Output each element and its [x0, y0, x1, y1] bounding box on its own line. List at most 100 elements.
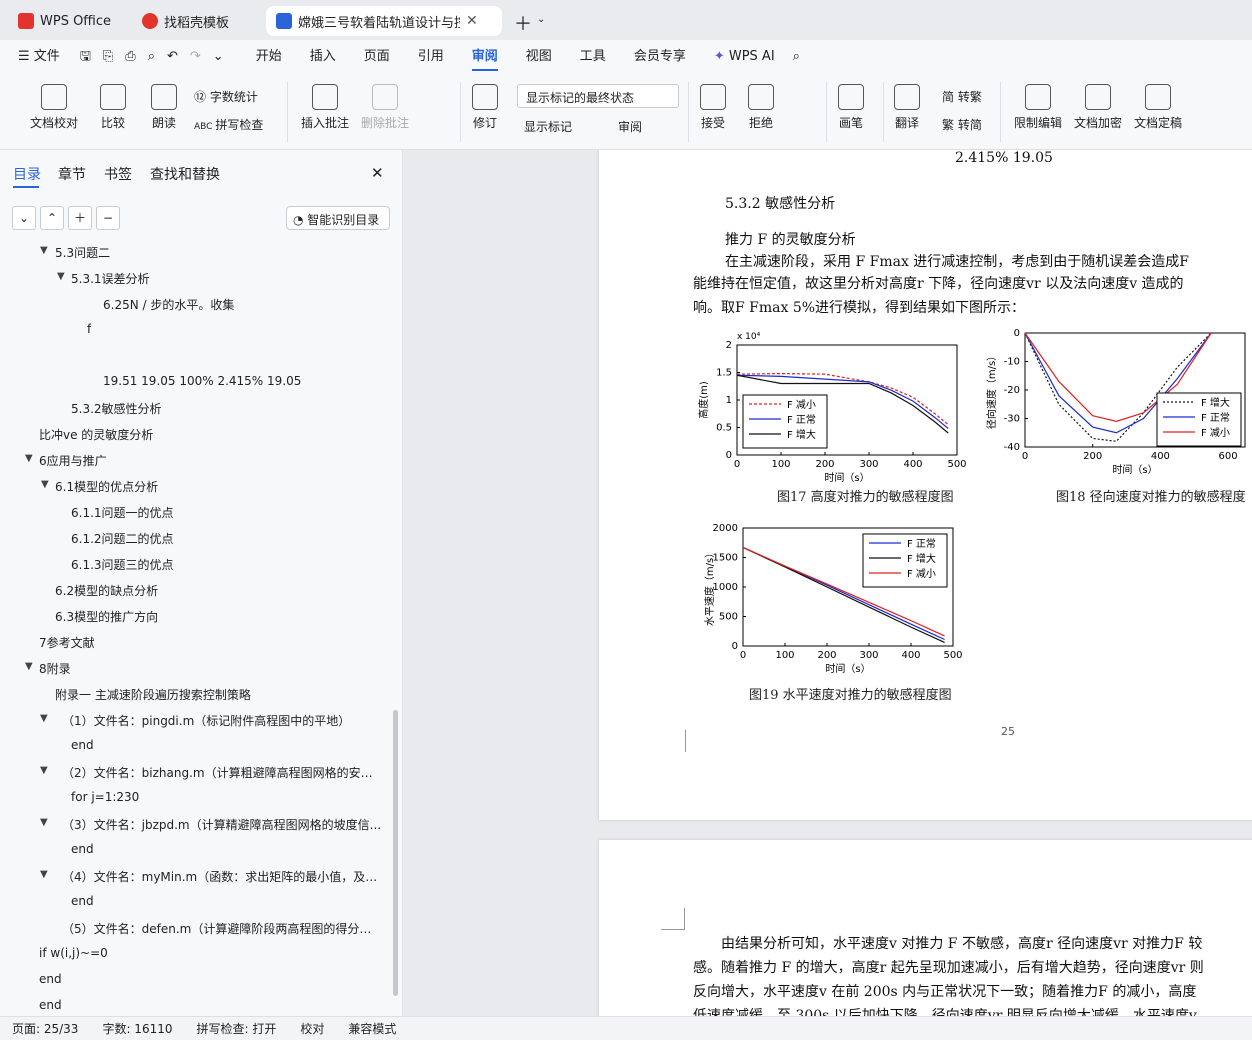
to-traditional-button[interactable]: 简 转繁	[942, 88, 982, 105]
toc-item[interactable]: 6.1模型的优点分析	[55, 478, 158, 495]
toc-item[interactable]: （5）文件名：defen.m（计算避障阶段两高程图的得分，...	[62, 920, 382, 937]
toc-item[interactable]: （2）文件名：bizhang.m（计算粗避障高程图网格的安全...	[62, 764, 382, 781]
caret-down-icon[interactable]: ▼	[40, 765, 48, 776]
tab-bookmark[interactable]: 书签	[104, 164, 132, 184]
display-state-select[interactable]: 显示标记的最终状态	[517, 84, 679, 108]
more-chevron-icon[interactable]: ⌄	[207, 40, 242, 74]
smart-toc-button[interactable]: ◔ 智能识别目录	[286, 206, 390, 230]
restrict-edit-button[interactable]: 限制编辑	[1014, 84, 1062, 131]
tab-template[interactable]: 找稻壳模板	[132, 6, 258, 36]
export-icon[interactable]: ⎘	[97, 40, 119, 74]
toc-item[interactable]: （1）文件名：pingdi.m（标记附件高程图中的平地）	[62, 712, 382, 729]
toc-item[interactable]: 6.1.3问题三的优点	[71, 556, 174, 573]
menu-view[interactable]: 视图	[512, 40, 566, 74]
to-simplified-button[interactable]: 繁 转简	[942, 116, 982, 133]
menu-start[interactable]: 开始	[242, 40, 296, 74]
toc-item[interactable]: （4）文件名：myMin.m（函数：求出矩阵的最小值，及其...	[62, 868, 382, 885]
tab-find-replace[interactable]: 查找和替换	[150, 164, 220, 184]
accept-button[interactable]: 接受	[700, 84, 726, 131]
caret-down-icon[interactable]: ▼	[25, 661, 33, 672]
toc-item[interactable]: 5.3问题二	[55, 244, 110, 261]
toc-item[interactable]: 8附录	[39, 660, 71, 677]
word-count-button[interactable]: ⑫ 字数统计	[194, 88, 258, 105]
caret-down-icon[interactable]: ▼	[41, 479, 49, 490]
caret-down-icon[interactable]: ▼	[40, 817, 48, 828]
caret-down-icon[interactable]: ▼	[57, 271, 65, 282]
tab-wps-office[interactable]: WPS Office	[8, 6, 124, 36]
toc-item[interactable]: 7参考文献	[39, 634, 95, 651]
toc-item[interactable]: 6应用与推广	[39, 452, 107, 469]
caret-down-icon[interactable]: ▼	[40, 713, 48, 724]
caret-down-icon[interactable]: ▼	[25, 453, 33, 464]
chevron-down-icon[interactable]: ⌄	[537, 14, 545, 25]
proofread-indicator[interactable]: 校对	[288, 1020, 336, 1037]
doc-check-button[interactable]: 文档校对	[30, 84, 78, 131]
toc-item[interactable]: 6.3模型的推广方向	[55, 608, 158, 625]
tab-toc[interactable]: 目录	[13, 164, 41, 184]
toc-item[interactable]: f	[87, 322, 91, 336]
revise-button[interactable]: 修订	[472, 84, 498, 131]
menu-page[interactable]: 页面	[350, 40, 404, 74]
encrypt-button[interactable]: 文档加密	[1074, 84, 1122, 131]
toc-item[interactable]: end	[71, 738, 94, 752]
toc-item[interactable]: 6.2模型的缺点分析	[55, 582, 158, 599]
spell-check-indicator[interactable]: 拼写检查: 打开	[185, 1020, 289, 1037]
legend-label: F 正常	[787, 413, 816, 426]
translate-button[interactable]: 翻译	[894, 84, 920, 131]
toc-item[interactable]: 5.3.1误差分析	[71, 270, 150, 287]
toc-item[interactable]: 比冲ve 的灵敏度分析	[39, 426, 153, 443]
read-aloud-button[interactable]: 朗读	[151, 84, 177, 131]
tab-document[interactable]: 嫦娥三号软着陆轨道设计与控 ✕	[266, 6, 502, 36]
wps-ai-label: WPS AI	[728, 49, 775, 64]
print-icon[interactable]: ⎙	[119, 40, 141, 74]
close-pane-icon[interactable]: ✕	[371, 164, 384, 182]
expand-icon[interactable]: ⌃	[40, 206, 64, 230]
remove-icon[interactable]: −	[96, 206, 120, 230]
wps-ai-button[interactable]: ✦ WPS AI	[700, 40, 789, 74]
sidebar-scrollbar[interactable]	[393, 710, 398, 996]
menu-insert[interactable]: 插入	[296, 40, 350, 74]
undo-icon[interactable]: ↶	[161, 40, 184, 74]
spell-check-button[interactable]: ABC 拼写检查	[194, 116, 263, 133]
toc-item[interactable]: end	[39, 998, 62, 1012]
word-count-indicator[interactable]: 字数: 16110	[90, 1020, 184, 1037]
save-icon[interactable]: 🖫	[74, 40, 97, 74]
pen-button[interactable]: 画笔	[838, 84, 864, 131]
menu-file[interactable]: ☰ 文件	[0, 40, 74, 74]
collapse-icon[interactable]: ⌄	[12, 206, 36, 230]
toc-item[interactable]: 6.25N / 步的水平。收集	[103, 296, 234, 313]
delete-comment-button[interactable]: 删除批注	[361, 84, 409, 131]
toc-item[interactable]: 19.51 19.05 100% 2.415% 19.05	[103, 374, 301, 388]
menu-review[interactable]: 审阅	[458, 40, 512, 74]
compare-button[interactable]: 比较	[100, 84, 126, 131]
toc-item[interactable]: 6.1.2问题二的优点	[71, 530, 174, 547]
add-icon[interactable]: ＋	[68, 206, 92, 230]
caret-down-icon[interactable]: ▼	[40, 869, 48, 880]
show-marks-button[interactable]: 显示标记	[524, 118, 572, 135]
finalize-button[interactable]: 文档定稿	[1134, 84, 1182, 131]
menu-reference[interactable]: 引用	[404, 40, 458, 74]
new-tab-icon[interactable]: ＋	[514, 10, 532, 36]
legend-label: F 减小	[1201, 427, 1230, 439]
toc-item[interactable]: for j=1:230	[71, 790, 139, 804]
tab-chapter[interactable]: 章节	[58, 164, 86, 184]
toc-item[interactable]: if w(i,j)~=0	[39, 946, 108, 960]
insert-comment-button[interactable]: 插入批注	[301, 84, 349, 131]
close-tab-icon[interactable]: ✕	[466, 13, 478, 29]
preview-icon[interactable]: ⌕	[142, 40, 161, 74]
toc-item[interactable]: 5.3.2敏感性分析	[71, 400, 162, 417]
menu-tools[interactable]: 工具	[566, 40, 620, 74]
toc-item[interactable]: 附录一 主减速阶段遍历搜索控制策略	[55, 686, 251, 703]
toc-item[interactable]: end	[71, 842, 94, 856]
caret-down-icon[interactable]: ▼	[40, 245, 48, 256]
review-pane-button[interactable]: 审阅	[618, 118, 642, 135]
toc-item[interactable]: end	[39, 972, 62, 986]
toc-item[interactable]: 6.1.1问题一的优点	[71, 504, 174, 521]
toc-item[interactable]: （3）文件名：jbzpd.m（计算精避障高程图网格的坡度信...	[62, 816, 382, 833]
menu-member[interactable]: 会员专享	[620, 40, 700, 74]
page-indicator[interactable]: 页面: 25/33	[0, 1020, 90, 1037]
reject-button[interactable]: 拒绝	[748, 84, 774, 131]
search-icon[interactable]: ⌕	[789, 40, 804, 74]
toc-item[interactable]: end	[71, 894, 94, 908]
redo-icon[interactable]: ↷	[184, 40, 207, 74]
